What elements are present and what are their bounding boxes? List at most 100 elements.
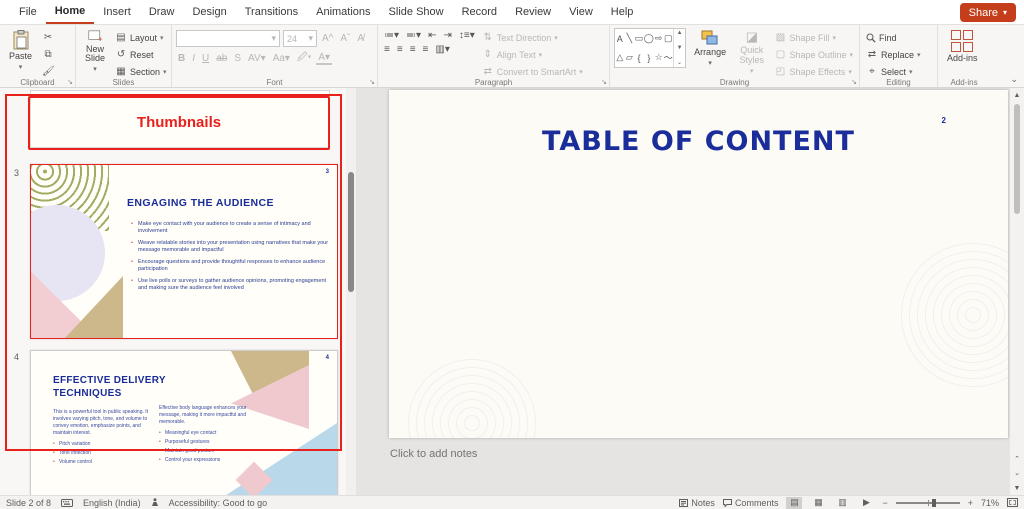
- notes-placeholder[interactable]: Click to add notes: [358, 440, 1008, 460]
- rectangle-shape-icon[interactable]: ▭: [635, 33, 644, 44]
- shapes-gallery-scroll[interactable]: ▲ ▼ ⌄: [673, 29, 685, 67]
- triangle-shape-icon[interactable]: △: [616, 52, 623, 63]
- callout-shape-icon[interactable]: ▢: [664, 33, 673, 44]
- line-shape-icon[interactable]: ╲: [627, 33, 632, 44]
- slide-show-button[interactable]: ▶: [858, 497, 874, 509]
- scroll-up-icon[interactable]: ▲: [1014, 88, 1021, 102]
- comments-toggle[interactable]: Comments: [723, 498, 779, 508]
- highlight-color-button[interactable]: 🖉▾: [295, 50, 313, 67]
- zoom-level[interactable]: 71%: [981, 498, 999, 508]
- collapse-ribbon-icon[interactable]: ⌄: [1010, 74, 1018, 85]
- text-box-shape-icon[interactable]: A: [617, 34, 623, 44]
- thumbnail-scrollbar[interactable]: [346, 88, 356, 495]
- italic-button[interactable]: I: [190, 53, 197, 64]
- drawing-dialog-launcher[interactable]: ↘: [851, 78, 857, 86]
- convert-smartart-button[interactable]: ⇄Convert to SmartArt▾: [480, 64, 585, 79]
- new-slide-button[interactable]: + New Slide ▾: [80, 28, 110, 76]
- layout-button[interactable]: ▤Layout▾: [113, 30, 169, 45]
- slide-indicator[interactable]: Slide 2 of 8: [6, 498, 51, 508]
- notes-pane[interactable]: Click to add notes: [358, 440, 1008, 470]
- justify-button[interactable]: ≡: [421, 44, 431, 55]
- shapes-gallery[interactable]: A ╲ ▭ ◯ ⇨ ▢ △ ▱ { } ☆ 〜 ▲ ▼ ⌄: [614, 28, 686, 68]
- zoom-slider-handle[interactable]: [932, 499, 936, 507]
- slide-sorter-view-button[interactable]: ▦: [810, 497, 826, 509]
- increase-font-button[interactable]: A^: [320, 33, 335, 44]
- thumbnail-slide-2[interactable]: [30, 90, 330, 148]
- tab-home[interactable]: Home: [46, 0, 95, 24]
- decrease-font-button[interactable]: Aˇ: [338, 33, 352, 44]
- tab-insert[interactable]: Insert: [94, 0, 140, 24]
- reading-view-button[interactable]: ▥: [834, 497, 850, 509]
- bracket-shape-icon[interactable]: }: [647, 53, 650, 63]
- bold-button[interactable]: B: [176, 53, 187, 64]
- find-button[interactable]: Find: [864, 30, 923, 45]
- slide-canvas[interactable]: TABLE OF CONTENT 2: [389, 90, 1008, 438]
- line-spacing-button[interactable]: ↕≡▾: [457, 30, 477, 41]
- addins-button[interactable]: Add-ins: [942, 28, 983, 76]
- previous-slide-icon[interactable]: ⌃: [1014, 455, 1020, 463]
- main-scrollbar[interactable]: ▲ ⌃ ⌄ ▼: [1010, 88, 1024, 495]
- shape-effects-button[interactable]: ◰Shape Effects▾: [772, 64, 855, 79]
- section-button[interactable]: ▦Section▾: [113, 64, 169, 79]
- next-slide-icon[interactable]: ⌄: [1014, 469, 1020, 477]
- oval-shape-icon[interactable]: ◯: [644, 33, 654, 44]
- select-button[interactable]: ⌖Select▾: [864, 64, 923, 79]
- tab-help[interactable]: Help: [602, 0, 643, 24]
- brace-shape-icon[interactable]: {: [637, 53, 640, 63]
- tab-view[interactable]: View: [560, 0, 602, 24]
- paste-button[interactable]: Paste ▾: [4, 28, 37, 76]
- text-shadow-button[interactable]: S: [232, 53, 243, 64]
- align-center-button[interactable]: ≡: [395, 44, 405, 55]
- clipboard-dialog-launcher[interactable]: ↘: [67, 78, 73, 86]
- numbering-button[interactable]: ≕▾: [404, 30, 423, 41]
- quick-styles-button[interactable]: ◪ Quick Styles ▾: [734, 28, 769, 76]
- zoom-out-button[interactable]: −: [882, 498, 887, 508]
- zoom-slider[interactable]: [896, 502, 960, 504]
- align-left-button[interactable]: ≡: [382, 44, 392, 55]
- tab-file[interactable]: File: [10, 0, 46, 24]
- shape-fill-button[interactable]: ▨Shape Fill▾: [772, 30, 855, 45]
- columns-button[interactable]: ▥▾: [433, 44, 451, 55]
- clear-formatting-button[interactable]: A̸: [355, 33, 366, 44]
- text-direction-button[interactable]: ⇅Text Direction▾: [480, 30, 585, 45]
- language-indicator[interactable]: English (India): [83, 498, 141, 508]
- notes-toggle[interactable]: Notes: [679, 498, 715, 508]
- tab-record[interactable]: Record: [453, 0, 506, 24]
- shapes-scroll-down-icon[interactable]: ▼: [677, 45, 683, 51]
- accessibility-status[interactable]: Accessibility: Good to go: [169, 498, 268, 508]
- character-spacing-button[interactable]: AV▾: [246, 53, 268, 64]
- align-right-button[interactable]: ≡: [408, 44, 418, 55]
- tab-design[interactable]: Design: [183, 0, 235, 24]
- font-name-combo[interactable]: ▾: [176, 30, 280, 47]
- paragraph-dialog-launcher[interactable]: ↘: [601, 78, 607, 86]
- tab-transitions[interactable]: Transitions: [236, 0, 307, 24]
- scrollbar-thumb[interactable]: [1014, 104, 1020, 214]
- font-dialog-launcher[interactable]: ↘: [369, 78, 375, 86]
- replace-button[interactable]: ⇄Replace▾: [864, 47, 923, 62]
- fit-slide-to-window-button[interactable]: [1007, 498, 1018, 507]
- tab-review[interactable]: Review: [506, 0, 560, 24]
- slide-title[interactable]: TABLE OF CONTENT: [389, 126, 1008, 157]
- cut-button[interactable]: ✂: [40, 30, 56, 45]
- change-case-button[interactable]: Aa▾: [271, 53, 292, 64]
- copy-button[interactable]: ⧉: [40, 47, 56, 62]
- arrow-shape-icon[interactable]: ⇨: [655, 33, 663, 44]
- zoom-in-button[interactable]: +: [968, 498, 973, 508]
- tab-draw[interactable]: Draw: [140, 0, 184, 24]
- font-color-button[interactable]: A▾: [316, 52, 332, 65]
- star-shape-icon[interactable]: ☆: [655, 52, 663, 63]
- align-text-button[interactable]: ⇕Align Text▾: [480, 47, 585, 62]
- strikethrough-button[interactable]: ab: [214, 53, 229, 64]
- increase-indent-button[interactable]: ⇥: [441, 30, 453, 41]
- scroll-down-icon[interactable]: ▼: [1014, 481, 1021, 495]
- shape-outline-button[interactable]: ▢Shape Outline▾: [772, 47, 855, 62]
- thumbnail-slide-3[interactable]: 3 ENGAGING THE AUDIENCE Make eye contact…: [30, 164, 338, 339]
- format-painter-button[interactable]: 🖌︎: [40, 64, 56, 79]
- reset-button[interactable]: ↺Reset: [113, 47, 169, 62]
- underline-button[interactable]: U: [200, 53, 211, 64]
- bullets-button[interactable]: ≔▾: [382, 30, 401, 41]
- parallelogram-shape-icon[interactable]: ▱: [626, 52, 633, 63]
- scribble-shape-icon[interactable]: 〜: [664, 51, 673, 64]
- tab-slide-show[interactable]: Slide Show: [380, 0, 453, 24]
- thumbnail-scrollbar-thumb[interactable]: [348, 172, 354, 292]
